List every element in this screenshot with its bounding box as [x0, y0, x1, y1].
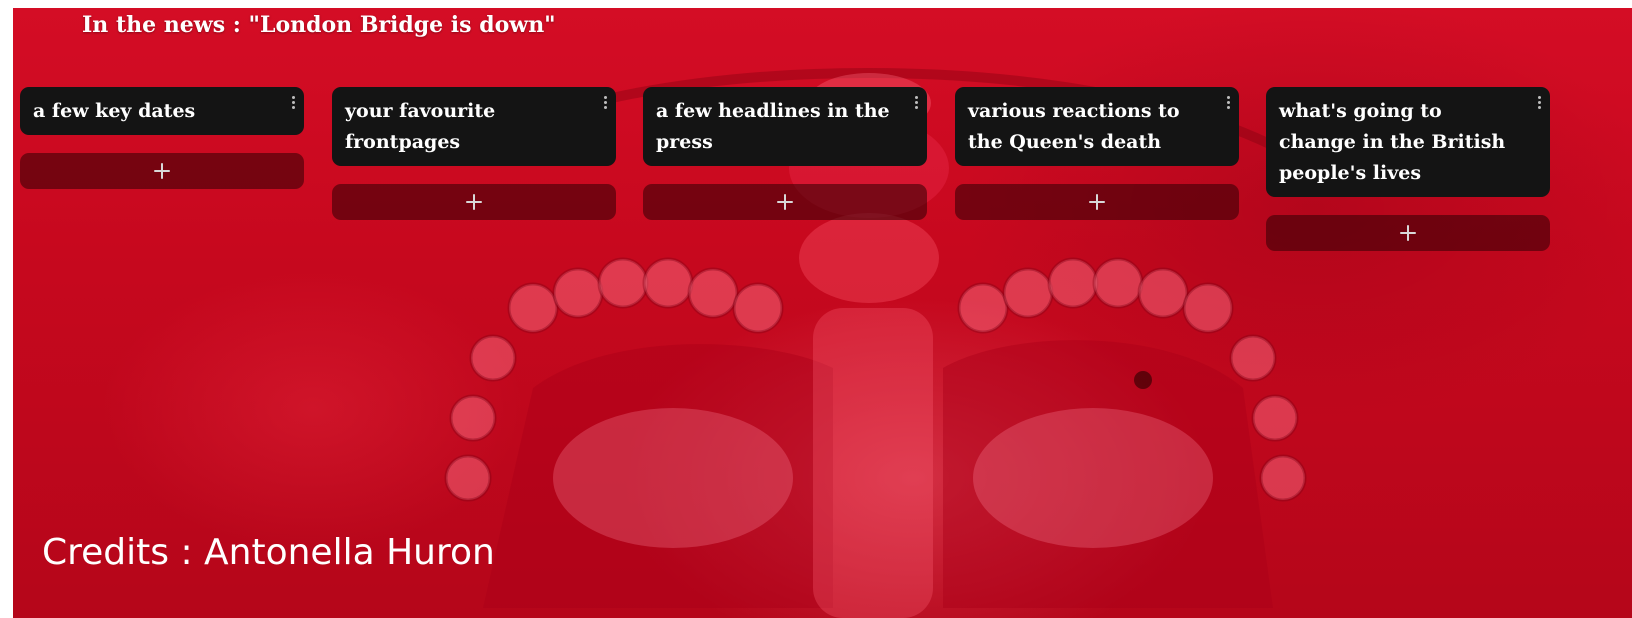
kebab-menu-icon[interactable] — [1225, 96, 1231, 112]
column-title: a few key dates — [33, 100, 196, 122]
column-headlines: a few headlines in the press — [643, 87, 927, 220]
add-card-button[interactable] — [643, 184, 927, 220]
column-header[interactable]: what's going to change in the British pe… — [1266, 87, 1550, 197]
kebab-menu-icon[interactable] — [913, 96, 919, 112]
kebab-menu-icon[interactable] — [1536, 96, 1542, 112]
column-header[interactable]: a few headlines in the press — [643, 87, 927, 166]
plus-icon — [1400, 225, 1416, 241]
column-reactions: various reactions to the Queen's death — [955, 87, 1239, 220]
add-card-button[interactable] — [955, 184, 1239, 220]
plus-icon — [777, 194, 793, 210]
plus-icon — [466, 194, 482, 210]
column-title: a few headlines in the press — [656, 100, 890, 153]
add-card-button[interactable] — [1266, 215, 1550, 251]
column-header[interactable]: a few key dates — [20, 87, 304, 135]
kebab-menu-icon[interactable] — [602, 96, 608, 112]
column-title: what's going to change in the British pe… — [1279, 100, 1506, 184]
add-card-button[interactable] — [332, 184, 616, 220]
column-header[interactable]: your favourite frontpages — [332, 87, 616, 166]
kebab-menu-icon[interactable] — [290, 96, 296, 112]
column-changes: what's going to change in the British pe… — [1266, 87, 1550, 251]
plus-icon — [1089, 194, 1105, 210]
column-header[interactable]: various reactions to the Queen's death — [955, 87, 1239, 166]
board-canvas: In the news : "London Bridge is down" a … — [13, 8, 1632, 618]
column-title: your favourite frontpages — [345, 100, 496, 153]
credits-text: Credits : Antonella Huron — [42, 532, 495, 573]
column-frontpages: your favourite frontpages — [332, 87, 616, 220]
plus-icon — [154, 163, 170, 179]
column-title: various reactions to the Queen's death — [968, 100, 1180, 153]
board-title: In the news : "London Bridge is down" — [82, 12, 556, 38]
column-key-dates: a few key dates — [20, 87, 304, 189]
add-card-button[interactable] — [20, 153, 304, 189]
